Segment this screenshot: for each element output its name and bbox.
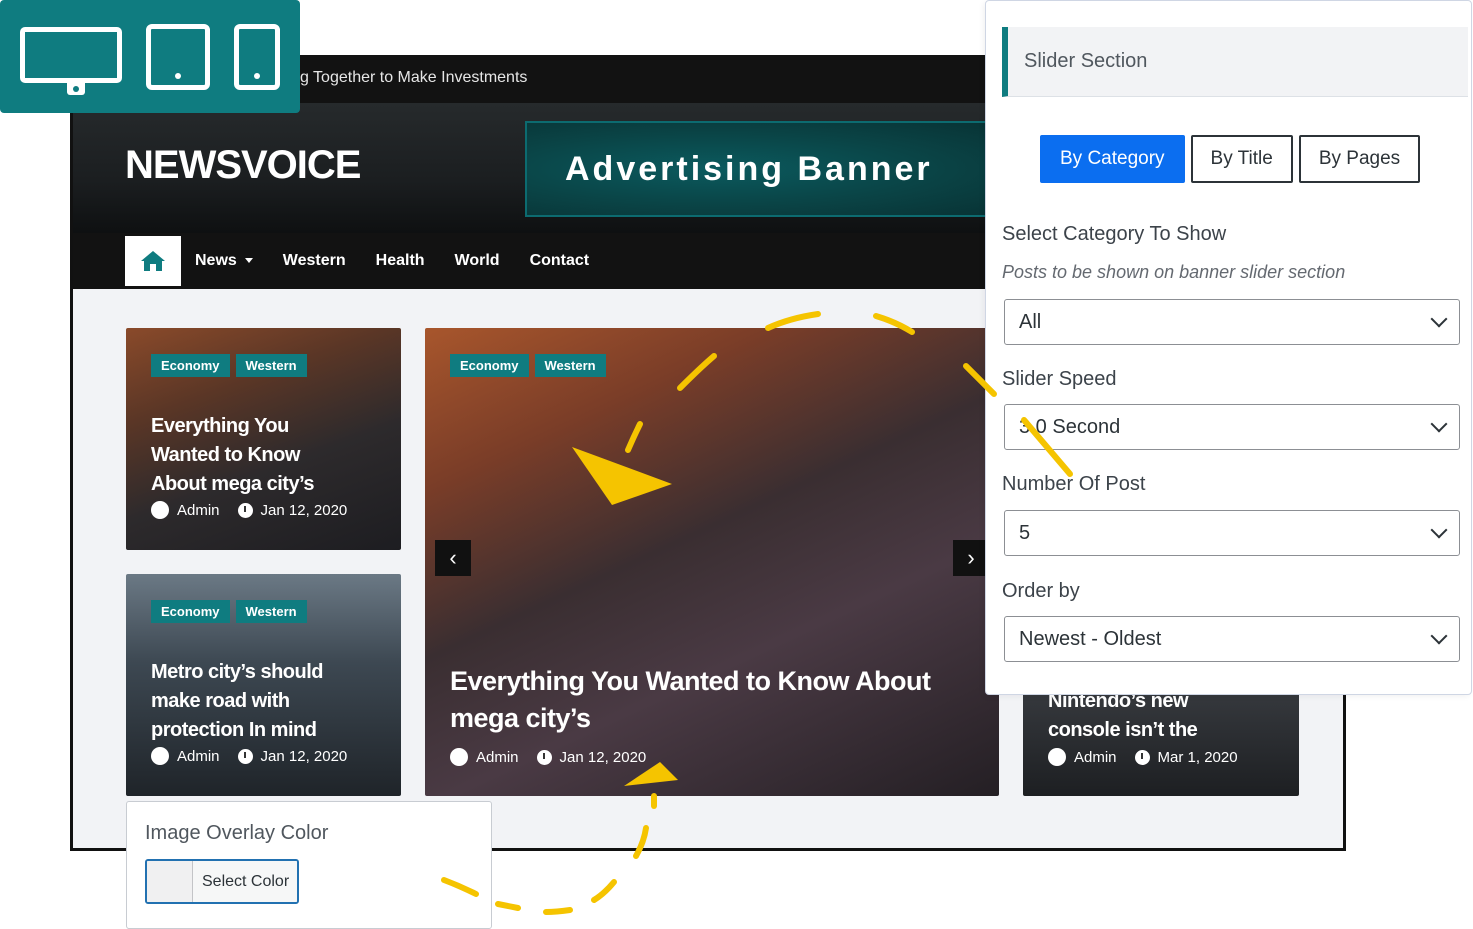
order-label: Order by bbox=[1002, 580, 1080, 602]
title-line: make road with bbox=[151, 690, 290, 712]
post-title[interactable]: Nintendo’s new console isn’t the bbox=[1048, 687, 1198, 745]
title-line: About mega city’s bbox=[151, 473, 315, 495]
select-value: 5 bbox=[1019, 521, 1031, 544]
category-description: Posts to be shown on banner slider secti… bbox=[1002, 262, 1346, 282]
title-line: protection In mind bbox=[151, 719, 317, 741]
select-color-button[interactable]: Select Color bbox=[145, 859, 299, 904]
post-card[interactable]: Economy Western Everything You Wanted to… bbox=[126, 328, 401, 550]
overlay-label: Image Overlay Color bbox=[145, 822, 329, 844]
overlay-color-setting: Image Overlay Color Select Color bbox=[126, 801, 492, 929]
category-tag[interactable]: Economy bbox=[450, 354, 529, 377]
site-logo[interactable]: NEWSVOICE bbox=[125, 143, 361, 188]
banner-slider[interactable]: Economy Western ‹ › Everything You Wante… bbox=[425, 328, 999, 796]
nav-item-health[interactable]: Health bbox=[376, 252, 425, 270]
title-line: Everything You bbox=[151, 415, 289, 437]
chevron-left-icon: ‹ bbox=[449, 545, 457, 570]
slider-next-button[interactable]: › bbox=[953, 540, 989, 576]
select-value: 3.0 Second bbox=[1019, 415, 1121, 438]
select-value: Newest - Oldest bbox=[1019, 627, 1162, 650]
mobile-icon[interactable] bbox=[234, 23, 280, 90]
chevron-down-icon bbox=[1430, 627, 1448, 645]
theme-customizer-promo: g Together to Make Investments NEWSVOICE… bbox=[0, 0, 1473, 929]
panel-title[interactable]: Slider Section bbox=[1002, 27, 1468, 97]
category-tag[interactable]: Western bbox=[235, 600, 307, 623]
tablet-icon[interactable] bbox=[146, 23, 210, 90]
nav-item-news[interactable]: News bbox=[195, 252, 253, 270]
post-title[interactable]: Everything You Wanted to Know About mega… bbox=[151, 412, 315, 499]
tab-by-pages[interactable]: By Pages bbox=[1298, 135, 1421, 183]
color-swatch[interactable] bbox=[147, 861, 193, 902]
title-line: Wanted to Know bbox=[151, 444, 300, 466]
post-date: Jan 12, 2020 bbox=[559, 748, 647, 766]
select-value: All bbox=[1019, 310, 1042, 333]
post-author[interactable]: Admin bbox=[177, 748, 220, 765]
post-author[interactable]: Admin bbox=[476, 749, 519, 766]
advertising-banner[interactable]: Advertising Banner bbox=[525, 121, 995, 217]
title-line: mega city’s bbox=[450, 703, 591, 733]
clock-icon bbox=[237, 502, 253, 518]
nav-item-world[interactable]: World bbox=[455, 252, 500, 270]
post-card[interactable]: Economy Western Metro city’s should make… bbox=[126, 574, 401, 796]
user-icon bbox=[1048, 748, 1066, 766]
category-tag[interactable]: Western bbox=[534, 354, 606, 377]
user-icon bbox=[450, 748, 468, 766]
order-select[interactable]: Newest - Oldest bbox=[1004, 616, 1460, 662]
category-tag[interactable]: Economy bbox=[151, 600, 230, 623]
post-date: Jan 12, 2020 bbox=[260, 747, 348, 765]
desktop-icon[interactable] bbox=[20, 26, 122, 95]
user-icon bbox=[151, 747, 169, 765]
category-tag[interactable]: Economy bbox=[151, 354, 230, 377]
select-color-label: Select Color bbox=[193, 861, 297, 902]
nav-item-label: News bbox=[195, 252, 237, 269]
nav-item-contact[interactable]: Contact bbox=[530, 252, 590, 270]
post-author[interactable]: Admin bbox=[177, 502, 220, 519]
chevron-down-icon bbox=[1430, 521, 1448, 539]
clock-icon bbox=[237, 748, 253, 764]
nav-item-western[interactable]: Western bbox=[283, 252, 346, 270]
chevron-down-icon bbox=[1430, 415, 1448, 433]
number-label: Number Of Post bbox=[1002, 473, 1146, 495]
post-meta: Admin Jan 12, 2020 bbox=[151, 747, 347, 765]
post-date: Jan 12, 2020 bbox=[260, 501, 348, 519]
title-line: console isn’t the bbox=[1048, 719, 1198, 741]
device-switcher bbox=[0, 0, 300, 113]
clock-icon bbox=[536, 749, 552, 765]
category-select[interactable]: All bbox=[1004, 299, 1460, 345]
post-meta: Admin Jan 12, 2020 bbox=[450, 748, 646, 766]
tab-by-title[interactable]: By Title bbox=[1190, 135, 1293, 183]
post-meta: Admin Mar 1, 2020 bbox=[1048, 748, 1238, 766]
post-meta: Admin Jan 12, 2020 bbox=[151, 501, 347, 519]
category-tag[interactable]: Western bbox=[235, 354, 307, 377]
post-title[interactable]: Metro city’s should make road with prote… bbox=[151, 658, 324, 745]
home-button[interactable] bbox=[125, 236, 181, 286]
post-date: Mar 1, 2020 bbox=[1157, 748, 1238, 766]
number-select[interactable]: 5 bbox=[1004, 510, 1460, 556]
chevron-right-icon: › bbox=[967, 545, 975, 570]
speed-select[interactable]: 3.0 Second bbox=[1004, 404, 1460, 450]
news-ticker[interactable]: g Together to Make Investments bbox=[300, 69, 527, 87]
post-title[interactable]: Everything You Wanted to Know About mega… bbox=[450, 663, 931, 737]
source-tabs: By Category By Title By Pages bbox=[1040, 135, 1421, 183]
slider-prev-button[interactable]: ‹ bbox=[435, 540, 471, 576]
slider-settings-panel: Slider Section By Category By Title By P… bbox=[985, 0, 1472, 695]
title-line: Everything You Wanted to Know About bbox=[450, 666, 931, 696]
clock-icon bbox=[1134, 749, 1150, 765]
caret-down-icon bbox=[244, 258, 253, 264]
tab-by-category[interactable]: By Category bbox=[1040, 135, 1185, 183]
chevron-down-icon bbox=[1430, 310, 1448, 328]
speed-label: Slider Speed bbox=[1002, 368, 1117, 390]
user-icon bbox=[151, 501, 169, 519]
home-icon bbox=[141, 251, 165, 271]
title-line: Metro city’s should bbox=[151, 661, 324, 683]
category-label: Select Category To Show bbox=[1002, 223, 1227, 245]
post-author[interactable]: Admin bbox=[1074, 749, 1117, 766]
